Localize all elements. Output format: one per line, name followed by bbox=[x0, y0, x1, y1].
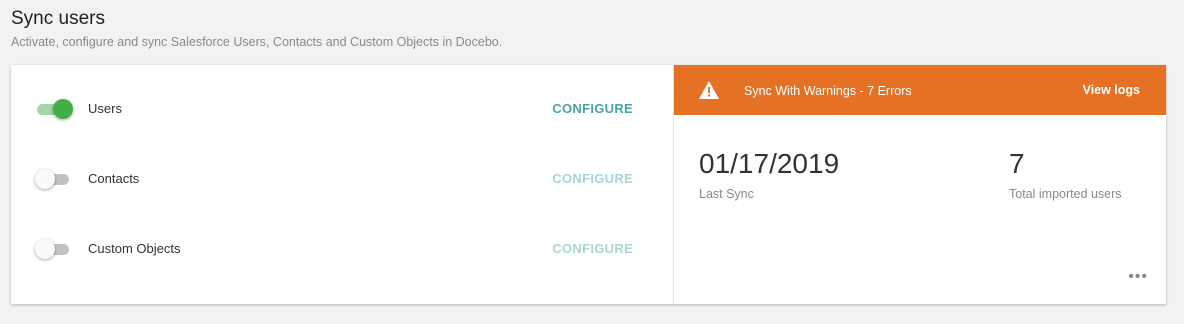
configure-contacts-button[interactable]: CONFIGURE bbox=[552, 171, 633, 186]
users-label: Users bbox=[88, 101, 122, 116]
sync-status-panel: Sync With Warnings - 7 Errors View logs … bbox=[674, 65, 1166, 304]
toggle-knob bbox=[35, 239, 55, 259]
custom-objects-toggle[interactable] bbox=[35, 239, 71, 259]
configure-users-button[interactable]: CONFIGURE bbox=[552, 101, 633, 116]
more-options-icon[interactable]: ••• bbox=[1128, 269, 1148, 285]
imported-count: 7 bbox=[1009, 148, 1025, 179]
contacts-label: Contacts bbox=[88, 171, 140, 186]
last-sync-label: Last Sync bbox=[699, 187, 754, 201]
sync-card: Users CONFIGURE Contacts CONFIGURE Custo… bbox=[11, 65, 1166, 304]
page-title: Sync users bbox=[11, 8, 105, 29]
sync-options-panel: Users CONFIGURE Contacts CONFIGURE Custo… bbox=[11, 65, 674, 304]
sync-row-custom-objects: Custom Objects CONFIGURE bbox=[11, 234, 674, 264]
configure-custom-objects-button[interactable]: CONFIGURE bbox=[552, 241, 633, 256]
sync-warning-text: Sync With Warnings - 7 Errors bbox=[744, 84, 912, 98]
contacts-toggle[interactable] bbox=[35, 169, 71, 189]
imported-label: Total imported users bbox=[1009, 187, 1122, 201]
toggle-knob bbox=[35, 169, 55, 189]
custom-objects-label: Custom Objects bbox=[88, 241, 181, 256]
warning-icon bbox=[699, 81, 719, 99]
sync-row-users: Users CONFIGURE bbox=[11, 94, 674, 124]
warning-banner: Sync With Warnings - 7 Errors View logs bbox=[674, 65, 1166, 115]
last-sync-date: 01/17/2019 bbox=[699, 148, 840, 179]
view-logs-link[interactable]: View logs bbox=[1083, 83, 1140, 97]
sync-row-contacts: Contacts CONFIGURE bbox=[11, 164, 674, 194]
toggle-knob bbox=[53, 99, 73, 119]
page-subtitle: Activate, configure and sync Salesforce … bbox=[11, 35, 503, 49]
users-toggle[interactable] bbox=[37, 99, 73, 119]
